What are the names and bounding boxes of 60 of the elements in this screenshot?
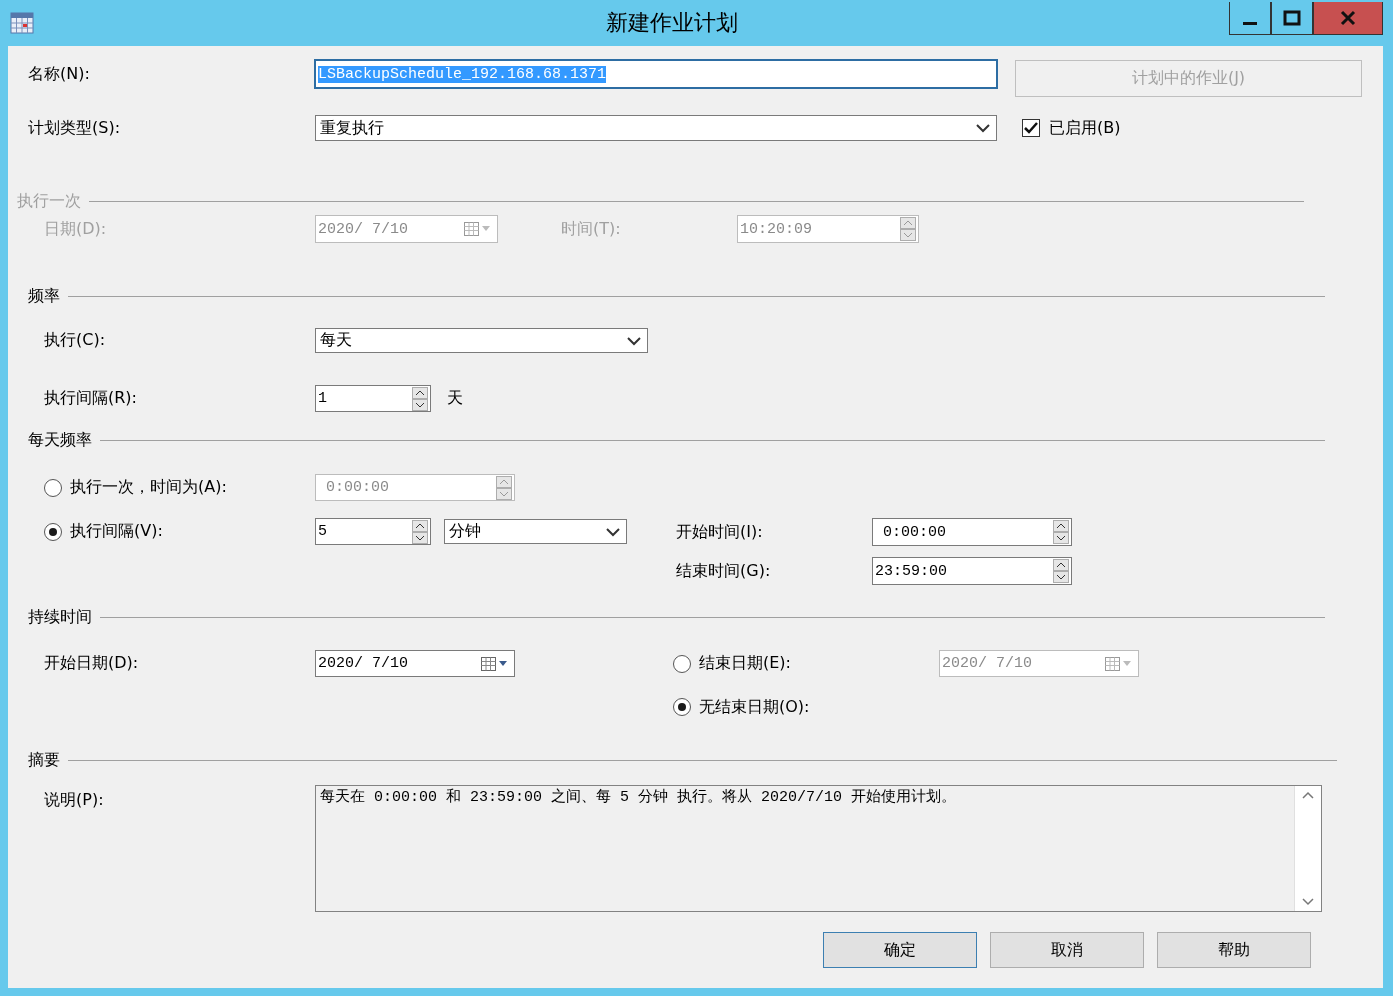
description-box[interactable]: 每天在 0:00:00 和 23:59:00 之间、每 5 分钟 执行。将从 2020/7/10 开始使用计划。: [315, 785, 1322, 912]
unit-label: 天: [447, 388, 463, 409]
minimize-icon: [1243, 21, 1257, 25]
unit-dropdown[interactable]: 分钟: [444, 519, 627, 544]
chevron-down-icon[interactable]: [976, 123, 990, 133]
time-spinner[interactable]: 0:00:00: [872, 518, 1072, 546]
radio-button[interactable]: [44, 478, 62, 497]
window-title: 新建作业计划: [604, 9, 739, 37]
field-label: 开始时间(I):: [676, 521, 764, 543]
time-spinner[interactable]: 0:00:00: [315, 474, 515, 501]
spin-button[interactable]: [1053, 559, 1069, 583]
field-label: 开始日期(D):: [44, 653, 140, 674]
date-picker[interactable]: 2020/ 7/10: [939, 650, 1139, 677]
number-spinner[interactable]: 1: [315, 385, 431, 412]
radio-button[interactable]: [673, 654, 691, 673]
dialog-button[interactable]: 确定: [823, 932, 977, 968]
field-label: 日期(D):: [44, 218, 108, 240]
checkbox-label: 已启用(B): [1049, 117, 1121, 139]
scrollbar[interactable]: [1294, 786, 1321, 911]
section-title: 摘要: [28, 749, 60, 771]
field-label: 执行(C):: [44, 330, 107, 351]
section-title: 持续时间: [28, 606, 92, 628]
radio-label: 执行间隔(V):: [70, 521, 163, 542]
maximize-button[interactable]: [1271, 2, 1313, 35]
section-title: 频率: [28, 285, 60, 307]
minimize-button[interactable]: [1229, 2, 1271, 35]
section-title: 执行一次: [17, 190, 81, 212]
time-spinner[interactable]: 23:59:00: [872, 557, 1072, 585]
maximize-icon: [1283, 10, 1301, 26]
field-label: 执行间隔(R):: [44, 388, 138, 409]
number-spinner[interactable]: 5: [315, 518, 431, 545]
dialog-button[interactable]: 取消: [990, 932, 1144, 968]
close-button[interactable]: [1313, 2, 1383, 35]
chevron-down-icon[interactable]: [606, 526, 620, 537]
section-title: 每天频率: [28, 429, 92, 451]
occurs-dropdown[interactable]: 每天: [315, 328, 648, 353]
description-text: 每天在 0:00:00 和 23:59:00 之间、每 5 分钟 执行。将从 2020/7/10 开始使用计划。: [319, 787, 958, 808]
field-label: 名称(N):: [28, 63, 91, 85]
field-label: 计划类型(S):: [28, 117, 122, 139]
chevron-down-icon[interactable]: [627, 335, 641, 346]
radio-button[interactable]: [673, 698, 691, 716]
spin-button[interactable]: [1053, 520, 1069, 544]
dialog-button[interactable]: 帮助: [1157, 932, 1311, 968]
field-label: 时间(T):: [561, 218, 622, 240]
checkbox[interactable]: [1022, 119, 1040, 137]
field-label: 结束时间(G):: [676, 560, 772, 582]
schedule-type-dropdown[interactable]: 重复执行: [315, 115, 997, 141]
close-icon: [1340, 10, 1356, 26]
radio-label: 结束日期(E):: [699, 653, 791, 674]
radio-label: 执行一次，时间为(A):: [70, 477, 227, 498]
spin-button[interactable]: [412, 386, 428, 411]
radio-label: 无结束日期(O):: [699, 696, 810, 718]
field-label: 说明(P):: [44, 790, 105, 811]
checkmark-icon: [1024, 122, 1038, 134]
chevron-up-icon[interactable]: [1301, 790, 1315, 800]
calendar-grid-icon: [10, 12, 34, 34]
calendar-dropdown-icon[interactable]: [480, 655, 510, 672]
radio-button[interactable]: [44, 522, 62, 541]
date-picker[interactable]: 2020/ 7/10: [315, 650, 515, 677]
spin-button[interactable]: [412, 519, 428, 544]
